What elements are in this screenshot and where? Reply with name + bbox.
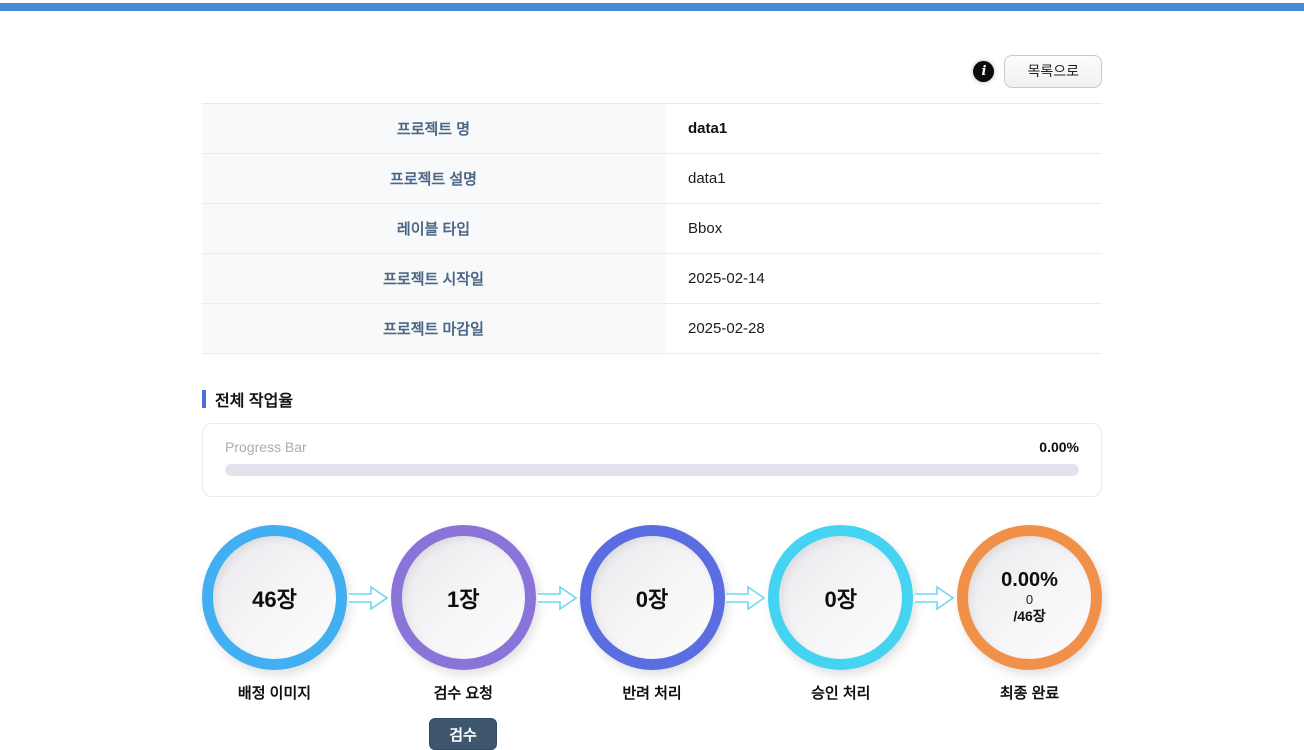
progress-bar-track (225, 464, 1079, 476)
final-complete-percent: 0.00% (1001, 569, 1058, 592)
stage-review-requested: 1장 검수 요청 (391, 525, 536, 703)
project-name-label: 프로젝트 명 (202, 104, 665, 154)
approved-count: 0장 (825, 582, 857, 614)
project-description-value: data1 (665, 154, 1102, 204)
project-start-date-label: 프로젝트 시작일 (202, 254, 665, 304)
table-row: 레이블 타입 Bbox (202, 204, 1102, 254)
project-start-date-value: 2025-02-14 (665, 254, 1102, 304)
flow-arrow-icon (726, 585, 766, 611)
overall-progress-section-title: 전체 작업율 (202, 387, 1102, 411)
review-requested-label: 검수 요청 (434, 682, 493, 703)
stage-final-complete: 0.00% 0 /46장 최종 완료 (957, 525, 1102, 703)
project-info-table: 프로젝트 명 data1 프로젝트 설명 data1 레이블 타입 Bbox 프… (202, 103, 1102, 354)
project-name-value: data1 (665, 104, 1102, 154)
final-complete-numerator: 0 (1026, 592, 1033, 608)
assigned-images-count: 46장 (252, 582, 297, 614)
rejected-count: 0장 (636, 582, 668, 614)
assigned-images-circle: 46장 (202, 525, 347, 670)
progress-bar-label: Progress Bar (225, 439, 307, 455)
progress-percent-value: 0.00% (1039, 439, 1079, 455)
assigned-images-label: 배정 이미지 (238, 682, 311, 703)
workflow-stages: 46장 배정 이미지 1장 검수 요청 0장 반려 처리 (202, 525, 1102, 750)
progress-card: Progress Bar 0.00% (202, 423, 1102, 497)
approved-circle: 0장 (768, 525, 913, 670)
project-deadline-label: 프로젝트 마감일 (202, 304, 665, 354)
stage-approved: 0장 승인 처리 (768, 525, 913, 703)
section-title-text: 전체 작업율 (215, 387, 293, 411)
flow-arrow-icon (915, 585, 955, 611)
label-type-value: Bbox (665, 204, 1102, 254)
back-to-list-button[interactable]: 목록으로 (1004, 55, 1102, 88)
project-deadline-value: 2025-02-28 (665, 304, 1102, 354)
table-row: 프로젝트 시작일 2025-02-14 (202, 254, 1102, 304)
rejected-circle: 0장 (580, 525, 725, 670)
info-icon[interactable]: i (973, 61, 994, 82)
final-complete-denominator: /46장 (1013, 608, 1045, 626)
workflow-row: 46장 배정 이미지 1장 검수 요청 0장 반려 처리 (202, 525, 1102, 703)
table-row: 프로젝트 설명 data1 (202, 154, 1102, 204)
stage-rejected: 0장 반려 처리 (580, 525, 725, 703)
final-complete-circle: 0.00% 0 /46장 (957, 525, 1102, 670)
review-requested-count: 1장 (447, 582, 479, 614)
label-type-label: 레이블 타입 (202, 204, 665, 254)
header-actions: i 목록으로 (202, 55, 1102, 87)
project-description-label: 프로젝트 설명 (202, 154, 665, 204)
progress-header: Progress Bar 0.00% (225, 439, 1079, 455)
flow-arrow-icon (349, 585, 389, 611)
page-content: i 목록으로 프로젝트 명 data1 프로젝트 설명 data1 레이블 타입… (202, 0, 1102, 750)
flow-arrow-icon (538, 585, 578, 611)
review-requested-circle: 1장 (391, 525, 536, 670)
final-complete-label: 최종 완료 (1000, 682, 1059, 703)
title-accent-bar (202, 390, 206, 408)
rejected-label: 반려 처리 (622, 682, 681, 703)
table-row: 프로젝트 명 data1 (202, 104, 1102, 154)
stage-assigned-images: 46장 배정 이미지 (202, 525, 347, 703)
approved-label: 승인 처리 (811, 682, 870, 703)
inspect-button[interactable]: 검수 (429, 718, 497, 750)
table-row: 프로젝트 마감일 2025-02-28 (202, 304, 1102, 354)
